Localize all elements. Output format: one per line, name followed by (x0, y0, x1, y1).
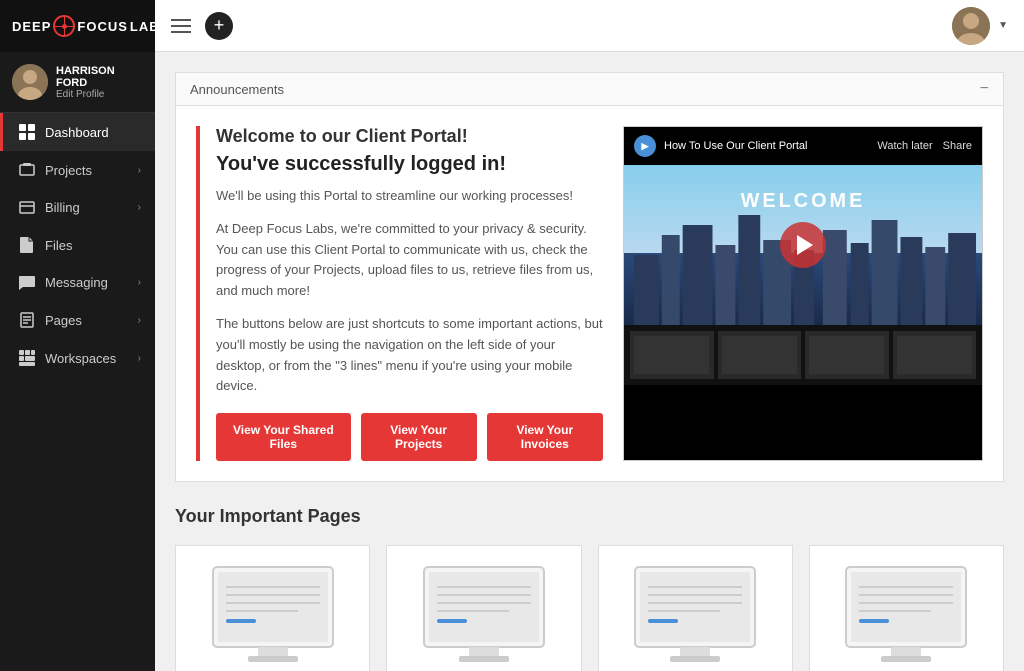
sidebar: DEEP FOCUS LABS HARRISON FORD Edit Profi… (0, 0, 155, 671)
sidebar-item-workspaces[interactable]: Workspaces › (0, 339, 155, 377)
svg-text:WELCOME: WELCOME (741, 190, 866, 212)
view-invoices-button[interactable]: View Your Invoices (487, 413, 603, 461)
announcements-para3: The buttons below are just shortcuts to … (216, 314, 603, 397)
announcements-panel: Announcements − Welcome to our Client Po… (175, 72, 1004, 482)
video-thumb-2[interactable] (718, 331, 802, 379)
sidebar-item-messaging[interactable]: Messaging › (0, 264, 155, 301)
content-area: Announcements − Welcome to our Client Po… (155, 52, 1024, 671)
files-label: Files (45, 238, 72, 253)
expense-report-graphic (615, 562, 776, 671)
account-summary-graphic (192, 562, 353, 671)
video-logo: ▶ (634, 135, 656, 157)
hamburger-menu-button[interactable] (171, 19, 191, 33)
page-card-scripts[interactable]: Your Scripts Here you'll find a list of … (386, 545, 581, 671)
billing-label: Billing (45, 200, 80, 215)
billing-chevron: › (138, 202, 141, 213)
video-actions: Watch later Share (877, 140, 972, 152)
billing-icon (17, 201, 37, 214)
topbar: + ▼ (155, 0, 1024, 52)
nav-menu: Dashboard Projects › Billing › (0, 113, 155, 671)
dashboard-label: Dashboard (45, 125, 109, 140)
page-card-feedback[interactable]: Your Feedback Page During production, we… (809, 545, 1004, 671)
topbar-left: + (171, 12, 233, 40)
sidebar-avatar (12, 64, 48, 100)
announcements-heading2: You've successfully logged in! (216, 153, 603, 176)
video-panel: ▶ How To Use Our Client Portal Watch lat… (623, 126, 983, 461)
messaging-label: Messaging (45, 275, 108, 290)
video-title: How To Use Our Client Portal (664, 140, 807, 152)
video-play-button[interactable] (780, 222, 826, 268)
important-pages-title: Your Important Pages (175, 506, 1004, 527)
add-button[interactable]: + (205, 12, 233, 40)
video-header: ▶ How To Use Our Client Portal Watch lat… (624, 127, 982, 165)
projects-label: Projects (45, 163, 92, 178)
dashboard-icon (17, 124, 37, 140)
user-info: HARRISON FORD Edit Profile (56, 65, 143, 100)
pages-chevron: › (138, 315, 141, 326)
announcements-para1: We'll be using this Portal to streamline… (216, 186, 603, 207)
projects-chevron: › (138, 165, 141, 176)
announcements-title: Announcements (190, 82, 284, 97)
messaging-chevron: › (138, 277, 141, 288)
announcements-para2: At Deep Focus Labs, we're committed to y… (216, 219, 603, 302)
main-area: + ▼ Announcements − Welcome to our Cl (155, 0, 1024, 671)
watch-later-button[interactable]: Watch later (877, 140, 932, 152)
pages-grid: Your Account Summary This is where you'l… (175, 545, 1004, 671)
workspaces-label: Workspaces (45, 351, 116, 366)
page-card-expense-report[interactable]: Your Expense Report Making movies is not… (598, 545, 793, 671)
video-thumb-1[interactable] (630, 331, 714, 379)
workspaces-icon (17, 350, 37, 366)
topbar-right: ▼ (952, 7, 1008, 45)
user-name: HARRISON FORD (56, 65, 143, 89)
video-cityscape[interactable]: WELCOME (624, 165, 982, 325)
topbar-user-chevron[interactable]: ▼ (998, 20, 1008, 31)
topbar-avatar[interactable] (952, 7, 990, 45)
feedback-graphic (826, 562, 987, 671)
video-thumb-3[interactable] (805, 331, 889, 379)
view-projects-button[interactable]: View Your Projects (361, 413, 477, 461)
announcements-heading1: Welcome to our Client Portal! (216, 126, 603, 147)
edit-profile-link[interactable]: Edit Profile (56, 89, 143, 100)
share-button[interactable]: Share (943, 140, 972, 152)
announcements-header: Announcements − (176, 73, 1003, 106)
video-thumb-4[interactable] (893, 331, 977, 379)
page-card-account-summary[interactable]: Your Account Summary This is where you'l… (175, 545, 370, 671)
user-area: HARRISON FORD Edit Profile (0, 52, 155, 113)
logo-focus: FOCUS (77, 19, 128, 34)
logo-area: DEEP FOCUS LABS (0, 0, 155, 52)
sidebar-item-projects[interactable]: Projects › (0, 151, 155, 189)
messaging-icon (17, 276, 37, 290)
files-icon (17, 237, 37, 253)
logo-deep: DEEP (12, 19, 51, 34)
sidebar-item-pages[interactable]: Pages › (0, 301, 155, 339)
logo-icon (53, 15, 75, 37)
sidebar-item-billing[interactable]: Billing › (0, 189, 155, 226)
sidebar-item-files[interactable]: Files (0, 226, 155, 264)
action-buttons: View Your Shared Files View Your Project… (216, 413, 603, 461)
announcements-text: Welcome to our Client Portal! You've suc… (196, 126, 603, 461)
scripts-graphic (403, 562, 564, 671)
pages-label: Pages (45, 313, 82, 328)
pages-icon (17, 312, 37, 328)
video-thumbnails (624, 325, 982, 385)
sidebar-item-dashboard[interactable]: Dashboard (0, 113, 155, 151)
workspaces-chevron: › (138, 353, 141, 364)
view-shared-files-button[interactable]: View Your Shared Files (216, 413, 351, 461)
minimize-button[interactable]: − (980, 81, 989, 97)
projects-icon (17, 162, 37, 178)
important-pages-section: Your Important Pages (175, 506, 1004, 671)
announcements-body: Welcome to our Client Portal! You've suc… (176, 106, 1003, 481)
